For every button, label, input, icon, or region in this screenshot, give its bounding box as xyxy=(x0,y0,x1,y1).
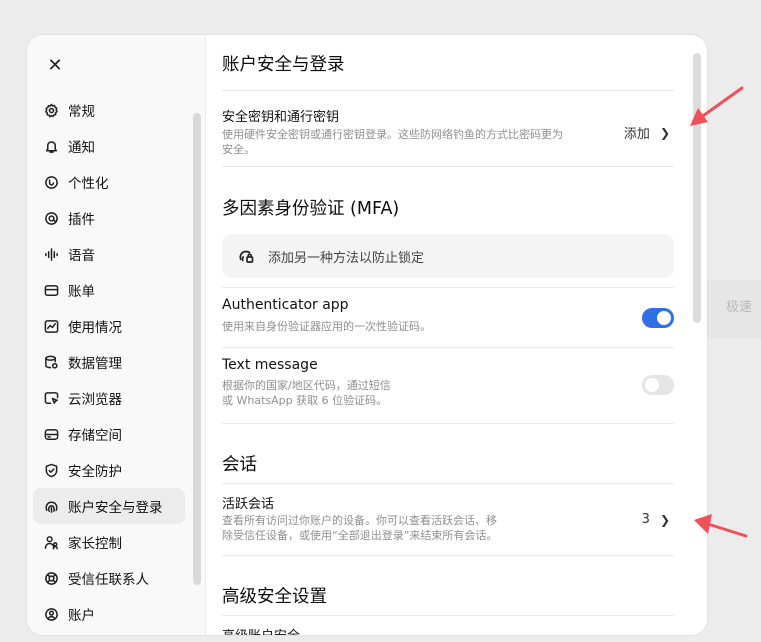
sidebar-item-parental-controls[interactable]: 家长控制 xyxy=(33,524,185,560)
advanced-row[interactable]: 高级账户安全 xyxy=(222,615,674,635)
settings-dialog: ✕ 常规 通知 个性化 插件 语音 账单 使用情况 数据管理 云浏览器 存储空间… xyxy=(27,35,707,635)
sidebar-scrollbar[interactable] xyxy=(193,113,201,585)
text-message-desc: 根据你的国家/地区代码，通过短信 或 WhatsApp 获取 6 位验证码。 xyxy=(222,378,391,408)
toggle-knob xyxy=(645,378,659,392)
sidebar-item-label: 账户 xyxy=(68,608,95,624)
text-message-toggle[interactable] xyxy=(642,375,674,395)
sidebar-item-billing[interactable]: 账单 xyxy=(33,272,185,308)
account-icon xyxy=(43,606,59,622)
sidebar-item-label: 受信任联系人 xyxy=(68,572,149,588)
chevron-right-icon: ❯ xyxy=(659,512,670,527)
sidebar-item-label: 安全防护 xyxy=(68,464,122,480)
waveform-icon xyxy=(43,246,59,262)
authenticator-title: Authenticator app xyxy=(222,297,349,313)
sidebar-item-label: 语音 xyxy=(68,248,95,264)
sidebar-item-label: 云浏览器 xyxy=(68,392,122,408)
bell-icon xyxy=(43,138,59,154)
sidebar-item-trusted-contacts[interactable]: 受信任联系人 xyxy=(33,560,185,596)
authenticator-toggle[interactable] xyxy=(642,308,674,328)
sidebar-item-label: 数据管理 xyxy=(68,356,122,372)
active-sessions-row[interactable]: 活跃会话 查看所有访问过你账户的设备。你可以查看活跃会话、移 除受信任设备，或使… xyxy=(222,483,674,556)
text-message-row: Text message 根据你的国家/地区代码，通过短信 或 WhatsApp… xyxy=(222,348,674,424)
sidebar-item-label: 通知 xyxy=(68,140,95,156)
sidebar-item-notifications[interactable]: 通知 xyxy=(33,128,185,164)
chart-icon xyxy=(43,318,59,334)
text-message-desc-line: 根据你的国家/地区代码，通过短信 xyxy=(222,379,391,392)
passkeys-desc-line: 安全。 xyxy=(222,143,255,156)
background-fast-label: 极速 xyxy=(726,300,753,315)
authenticator-desc: 使用来自身份验证器应用的一次性验证码。 xyxy=(222,320,431,333)
add-passkey-button[interactable]: 添加 ❯ xyxy=(623,123,670,143)
sidebar-item-account-security[interactable]: 账户安全与登录 xyxy=(33,488,185,524)
shield-icon xyxy=(43,462,59,478)
sidebar-item-label: 常规 xyxy=(68,104,95,120)
passkeys-row[interactable]: 安全密钥和通行密钥 使用硬件安全密钥或通行密钥登录。这些防网络钓鱼的方式比密码更… xyxy=(222,90,674,167)
advanced-title: 高级安全设置 xyxy=(222,587,327,607)
add-label: 添加 xyxy=(623,127,650,142)
sidebar-item-voice[interactable]: 语音 xyxy=(33,236,185,272)
sidebar-item-label: 家长控制 xyxy=(68,536,122,552)
sidebar-item-label: 插件 xyxy=(68,212,95,228)
sidebar-item-label: 账户安全与登录 xyxy=(68,500,163,516)
sidebar-item-data-controls[interactable]: 数据管理 xyxy=(33,344,185,380)
toggle-knob xyxy=(657,311,671,325)
active-sessions-count: 3 xyxy=(641,512,650,527)
page-title: 账户安全与登录 xyxy=(222,55,345,75)
authenticator-row: Authenticator app 使用来自身份验证器应用的一次性验证码。 xyxy=(222,287,674,348)
passkeys-title: 安全密钥和通行密钥 xyxy=(222,110,340,125)
sidebar-item-label: 使用情况 xyxy=(68,320,122,336)
chevron-right-icon: ❯ xyxy=(659,125,670,140)
passkeys-desc: 使用硬件安全密钥或通行密钥登录。这些防网络钓鱼的方式比密码更为 安全。 xyxy=(222,127,602,157)
fingerprint-icon xyxy=(43,498,59,514)
sidebar-nav: 常规 通知 个性化 插件 语音 账单 使用情况 数据管理 云浏览器 存储空间 安… xyxy=(33,92,185,632)
sidebar-item-label: 存储空间 xyxy=(68,428,122,444)
lifebuoy-icon xyxy=(43,570,59,586)
family-icon xyxy=(43,534,59,550)
sidebar-item-plugins[interactable]: 插件 xyxy=(33,200,185,236)
active-sessions-button[interactable]: 3 ❯ xyxy=(642,512,670,527)
add-mfa-method-button[interactable]: 添加另一种方法以防止锁定 xyxy=(222,234,674,278)
personalize-icon xyxy=(43,174,59,190)
sidebar-item-account[interactable]: 账户 xyxy=(33,596,185,632)
sidebar-item-security[interactable]: 安全防护 xyxy=(33,452,185,488)
sidebar-item-cloud-browser[interactable]: 云浏览器 xyxy=(33,380,185,416)
text-message-desc-line: 或 WhatsApp 获取 6 位验证码。 xyxy=(222,394,388,407)
sidebar-item-usage[interactable]: 使用情况 xyxy=(33,308,185,344)
add-mfa-method-label: 添加另一种方法以防止锁定 xyxy=(268,250,425,266)
plugin-icon xyxy=(43,210,59,226)
sessions-title: 会话 xyxy=(222,455,257,475)
passkeys-desc-line: 使用硬件安全密钥或通行密钥登录。这些防网络钓鱼的方式比密码更为 xyxy=(222,128,563,141)
sidebar-item-personalization[interactable]: 个性化 xyxy=(33,164,185,200)
active-sessions-desc-line: 查看所有访问过你账户的设备。你可以查看活跃会话、移 xyxy=(222,514,497,527)
close-icon[interactable]: ✕ xyxy=(45,55,65,76)
red-arrow-icon xyxy=(690,86,744,126)
database-icon xyxy=(43,354,59,370)
settings-sidebar: ✕ 常规 通知 个性化 插件 语音 账单 使用情况 数据管理 云浏览器 存储空间… xyxy=(27,35,206,635)
mfa-title: 多因素身份验证 (MFA) xyxy=(222,199,400,219)
gear-icon xyxy=(43,102,59,118)
browser-icon xyxy=(43,390,59,406)
advanced-item-title: 高级账户安全 xyxy=(222,625,300,635)
active-sessions-title: 活跃会话 xyxy=(222,497,275,512)
fingerprint-lock-icon xyxy=(239,250,254,263)
sidebar-item-general[interactable]: 常规 xyxy=(33,92,185,128)
sidebar-item-label: 账单 xyxy=(68,284,95,300)
text-message-title: Text message xyxy=(222,357,318,373)
active-sessions-desc-line: 除受信任设备，或使用“全部退出登录”来结束所有会话。 xyxy=(222,529,498,542)
card-icon xyxy=(43,282,59,298)
active-sessions-desc: 查看所有访问过你账户的设备。你可以查看活跃会话、移 除受信任设备，或使用“全部退… xyxy=(222,513,602,543)
settings-main: 账户安全与登录 安全密钥和通行密钥 使用硬件安全密钥或通行密钥登录。这些防网络钓… xyxy=(206,35,707,635)
sidebar-item-label: 个性化 xyxy=(68,176,109,192)
sidebar-item-storage[interactable]: 存储空间 xyxy=(33,416,185,452)
red-arrow-icon xyxy=(694,514,748,538)
storage-icon xyxy=(43,426,59,442)
